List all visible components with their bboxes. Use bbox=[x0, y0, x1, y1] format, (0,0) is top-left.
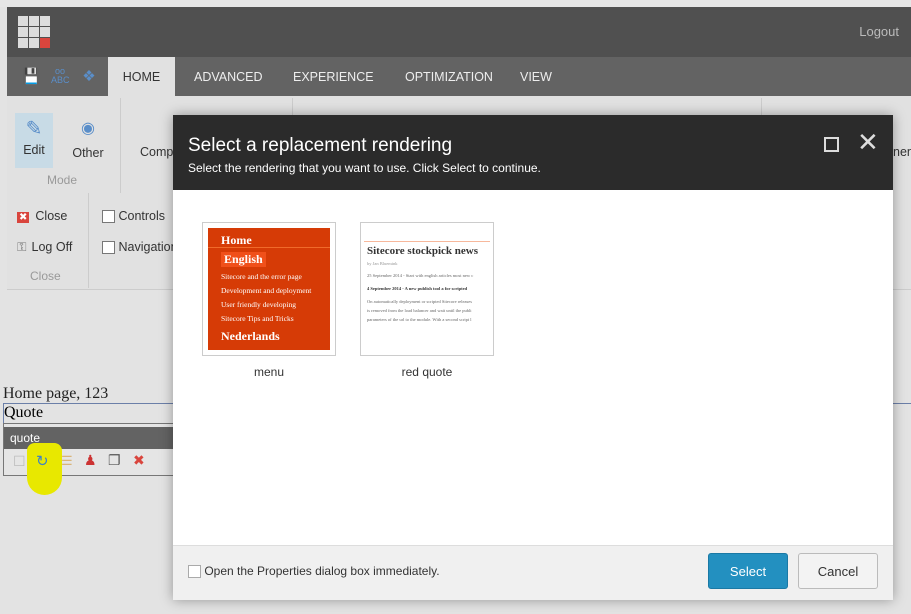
open-properties-checkbox[interactable]: Open the Properties dialog box immediate… bbox=[188, 564, 440, 579]
key-icon: ⚿ bbox=[17, 240, 27, 254]
page-title: Home page, 123 bbox=[3, 385, 109, 402]
rendering-thumb-menu[interactable]: Home English Sitecore and the error page… bbox=[202, 222, 336, 356]
close-group-label: Close bbox=[30, 269, 61, 283]
close-x-icon: ✖ bbox=[17, 212, 30, 223]
maximize-icon[interactable] bbox=[824, 137, 839, 152]
cancel-button[interactable]: Cancel bbox=[798, 553, 878, 589]
logoff-button[interactable]: ⚿ Log Off bbox=[17, 240, 72, 255]
divider bbox=[120, 98, 121, 193]
header-bar bbox=[7, 7, 911, 57]
logout-link[interactable]: Logout bbox=[859, 24, 899, 39]
tab-advanced[interactable]: ADVANCED bbox=[176, 57, 281, 96]
preview-icon: ◉ bbox=[81, 120, 95, 137]
close-icon[interactable]: ✕ bbox=[857, 129, 879, 155]
rendering-thumb-red-quote[interactable]: Sitecore stockpick news by Jan Bluemink … bbox=[360, 222, 494, 356]
rendering-label-red-quote[interactable]: red quote bbox=[360, 365, 494, 379]
page-content: Home page, 123 bbox=[3, 385, 108, 403]
tab-optimization[interactable]: OPTIMIZATION bbox=[387, 57, 511, 96]
save-icon[interactable]: 💾 bbox=[22, 67, 41, 85]
tab-view[interactable]: VIEW bbox=[502, 57, 570, 96]
puzzle-icon[interactable]: ❖ bbox=[80, 67, 98, 85]
replacement-dialog: Select a replacement rendering Select th… bbox=[173, 115, 893, 600]
sitecore-logo[interactable] bbox=[18, 16, 50, 48]
edit-icon: ✎ bbox=[25, 118, 43, 140]
tab-experience[interactable]: EXPERIENCE bbox=[275, 57, 392, 96]
navigation-checkbox[interactable]: Navigation bbox=[102, 240, 178, 255]
spellcheck-icon[interactable]: oo ABC bbox=[51, 67, 70, 85]
select-button[interactable]: Select bbox=[708, 553, 788, 589]
dialog-subtitle: Select the rendering that you want to us… bbox=[188, 161, 541, 175]
select-parent-icon[interactable]: ☐ bbox=[13, 453, 26, 470]
divider bbox=[88, 193, 89, 288]
window-icon[interactable]: ❐ bbox=[108, 452, 121, 469]
close-button[interactable]: ✖ Close bbox=[17, 209, 67, 223]
components-button[interactable]: Comp bbox=[140, 145, 173, 159]
other-label: Other bbox=[72, 146, 104, 160]
personalize-icon[interactable]: ♟ bbox=[84, 452, 97, 469]
edit-button[interactable]: ✎ Edit bbox=[15, 113, 53, 168]
rendering-label-menu[interactable]: menu bbox=[202, 365, 336, 379]
edit-label: Edit bbox=[23, 143, 45, 157]
ribbon-button-partial[interactable]: nen bbox=[893, 145, 911, 159]
dialog-header: Select a replacement rendering Select th… bbox=[173, 115, 893, 190]
tab-home[interactable]: HOME bbox=[108, 57, 175, 96]
replace-rendering-icon[interactable]: ↻ bbox=[36, 452, 49, 470]
delete-icon[interactable]: ✖ bbox=[133, 452, 145, 469]
top-strip bbox=[0, 0, 911, 7]
mode-group-label: Mode bbox=[47, 173, 78, 187]
other-button[interactable]: ◉ Other bbox=[68, 118, 108, 160]
datasource-icon[interactable]: ☰ bbox=[61, 453, 73, 469]
controls-checkbox[interactable]: Controls bbox=[102, 209, 165, 224]
dialog-title: Select a replacement rendering bbox=[188, 135, 453, 156]
